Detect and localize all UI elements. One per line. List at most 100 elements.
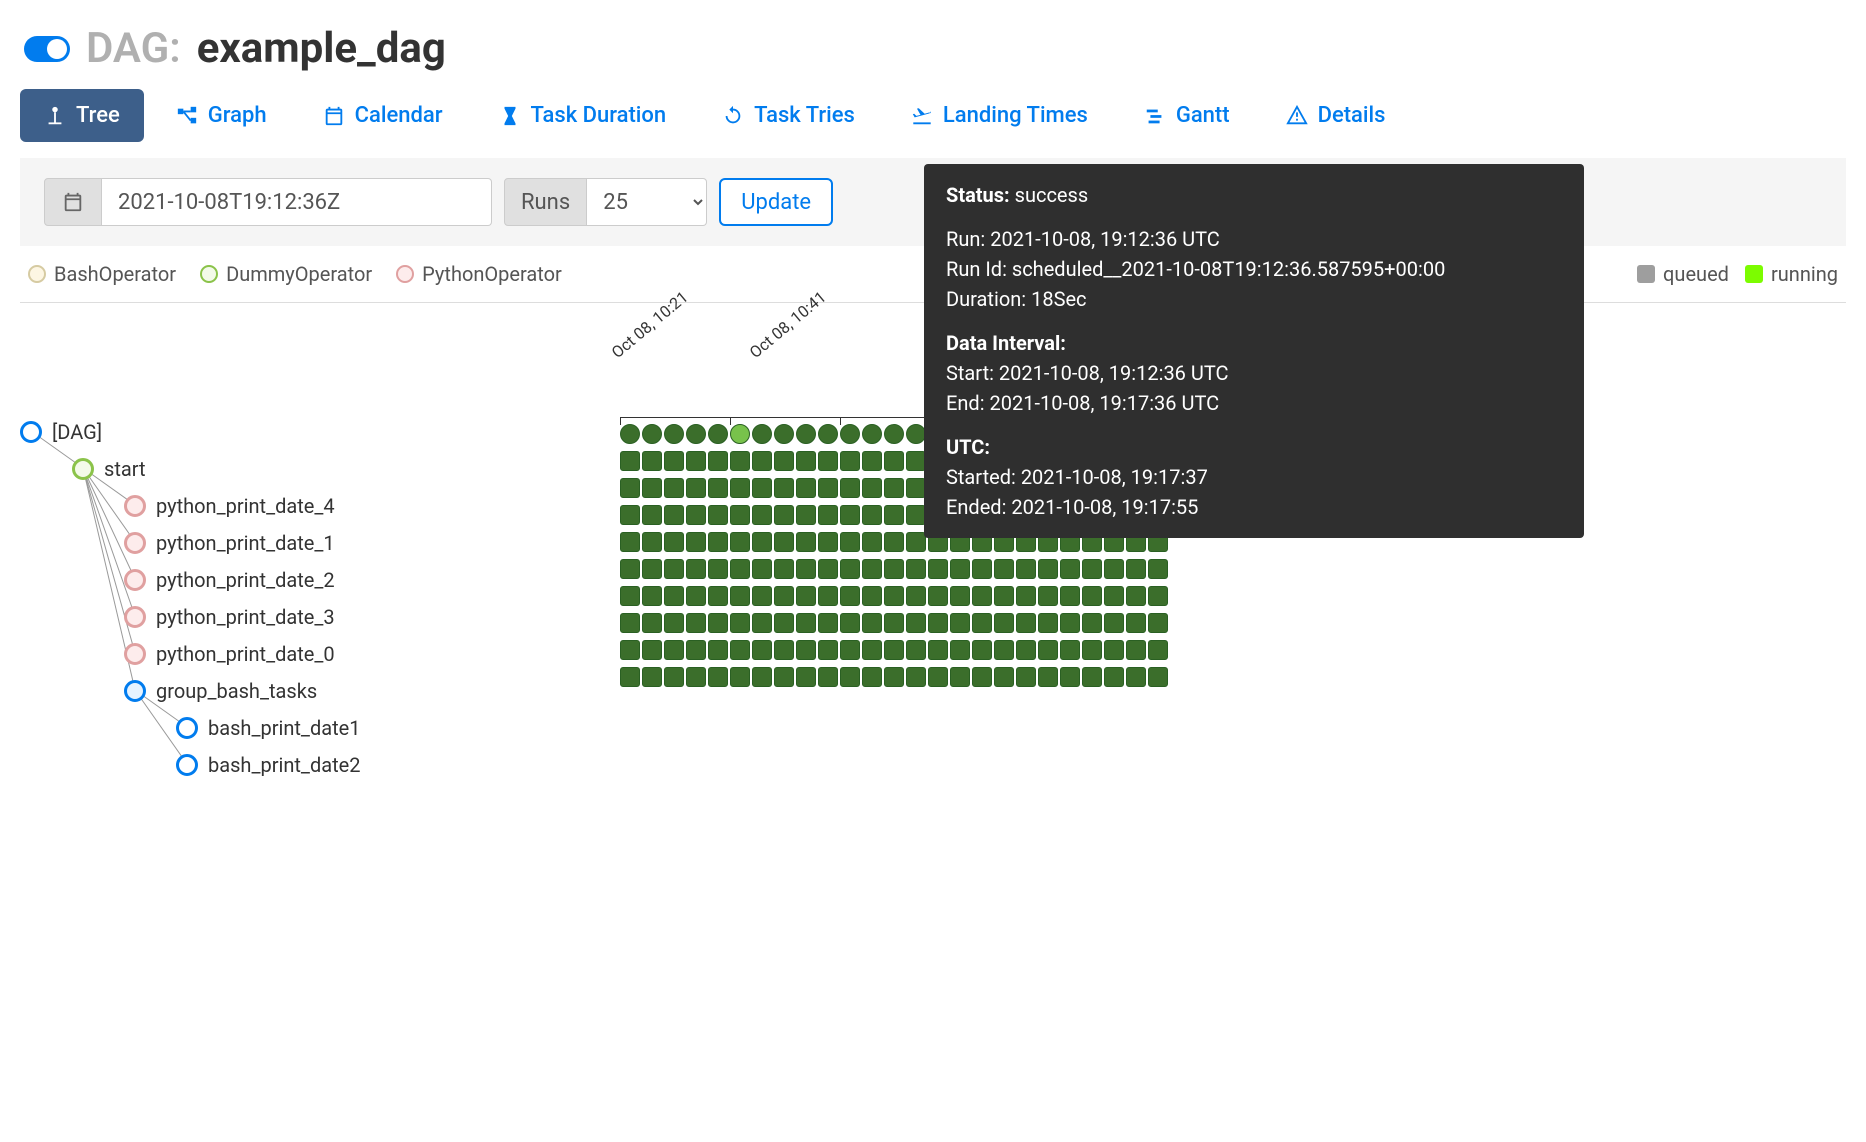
dag-run-circle[interactable]: [796, 424, 816, 444]
task-instance-square[interactable]: [642, 478, 662, 498]
task-instance-square[interactable]: [840, 451, 860, 471]
task-instance-square[interactable]: [1082, 667, 1102, 687]
task-instance-square[interactable]: [796, 559, 816, 579]
task-instance-square[interactable]: [1038, 559, 1058, 579]
task-instance-square[interactable]: [1104, 613, 1124, 633]
task-instance-square[interactable]: [1126, 667, 1146, 687]
dag-run-circle[interactable]: [642, 424, 662, 444]
task-instance-square[interactable]: [1060, 667, 1080, 687]
task-instance-square[interactable]: [774, 613, 794, 633]
task-instance-square[interactable]: [686, 667, 706, 687]
tab-landing-times[interactable]: Landing Times: [887, 89, 1112, 142]
task-instance-square[interactable]: [1104, 559, 1124, 579]
task-instance-square[interactable]: [1104, 667, 1124, 687]
task-instance-square[interactable]: [664, 532, 684, 552]
task-instance-square[interactable]: [642, 586, 662, 606]
task-instance-square[interactable]: [730, 613, 750, 633]
dag-run-circle[interactable]: [620, 424, 640, 444]
task-instance-square[interactable]: [730, 586, 750, 606]
task-instance-square[interactable]: [818, 559, 838, 579]
task-instance-square[interactable]: [774, 667, 794, 687]
task-instance-square[interactable]: [1038, 667, 1058, 687]
tree-node[interactable]: python_print_date_3: [20, 598, 620, 635]
task-instance-square[interactable]: [1082, 613, 1102, 633]
task-instance-square[interactable]: [840, 586, 860, 606]
dag-run-circle[interactable]: [862, 424, 882, 444]
task-instance-square[interactable]: [730, 640, 750, 660]
task-instance-square[interactable]: [1016, 640, 1036, 660]
task-instance-square[interactable]: [708, 586, 728, 606]
task-instance-square[interactable]: [774, 532, 794, 552]
task-instance-square[interactable]: [730, 667, 750, 687]
task-instance-square[interactable]: [906, 586, 926, 606]
task-instance-square[interactable]: [906, 667, 926, 687]
task-instance-square[interactable]: [708, 532, 728, 552]
task-instance-square[interactable]: [818, 640, 838, 660]
task-instance-square[interactable]: [884, 478, 904, 498]
task-instance-square[interactable]: [862, 559, 882, 579]
task-instance-square[interactable]: [818, 505, 838, 525]
task-instance-square[interactable]: [1148, 667, 1168, 687]
tree-node[interactable]: group_bash_tasks: [20, 672, 620, 709]
task-instance-square[interactable]: [862, 532, 882, 552]
task-instance-square[interactable]: [818, 451, 838, 471]
task-instance-square[interactable]: [730, 478, 750, 498]
task-instance-square[interactable]: [1104, 640, 1124, 660]
task-instance-square[interactable]: [928, 667, 948, 687]
task-instance-square[interactable]: [862, 667, 882, 687]
task-instance-square[interactable]: [686, 559, 706, 579]
dag-run-circle[interactable]: [730, 424, 750, 444]
task-instance-square[interactable]: [642, 559, 662, 579]
task-instance-square[interactable]: [1104, 586, 1124, 606]
task-instance-square[interactable]: [1060, 613, 1080, 633]
tree-node[interactable]: python_print_date_4: [20, 487, 620, 524]
task-instance-square[interactable]: [620, 613, 640, 633]
task-instance-square[interactable]: [818, 613, 838, 633]
task-instance-square[interactable]: [840, 667, 860, 687]
task-instance-square[interactable]: [972, 613, 992, 633]
task-instance-square[interactable]: [950, 613, 970, 633]
dag-run-circle[interactable]: [840, 424, 860, 444]
task-instance-square[interactable]: [774, 586, 794, 606]
task-instance-square[interactable]: [862, 451, 882, 471]
task-instance-square[interactable]: [774, 451, 794, 471]
task-instance-square[interactable]: [686, 505, 706, 525]
task-instance-square[interactable]: [840, 532, 860, 552]
tree-node[interactable]: bash_print_date2: [20, 746, 620, 783]
task-instance-square[interactable]: [994, 559, 1014, 579]
task-instance-square[interactable]: [708, 667, 728, 687]
task-instance-square[interactable]: [972, 586, 992, 606]
task-instance-square[interactable]: [950, 640, 970, 660]
task-instance-square[interactable]: [752, 478, 772, 498]
task-instance-square[interactable]: [730, 559, 750, 579]
task-instance-square[interactable]: [818, 532, 838, 552]
tab-details[interactable]: Details: [1262, 89, 1410, 142]
task-instance-square[interactable]: [884, 667, 904, 687]
task-instance-square[interactable]: [994, 667, 1014, 687]
base-date-input[interactable]: [102, 178, 492, 226]
task-instance-square[interactable]: [686, 532, 706, 552]
task-instance-square[interactable]: [1082, 586, 1102, 606]
task-instance-square[interactable]: [840, 559, 860, 579]
dag-run-circle[interactable]: [708, 424, 728, 444]
tab-gantt[interactable]: Gantt: [1120, 89, 1254, 142]
task-instance-square[interactable]: [1060, 559, 1080, 579]
task-instance-square[interactable]: [686, 586, 706, 606]
task-instance-square[interactable]: [664, 667, 684, 687]
task-instance-square[interactable]: [1082, 640, 1102, 660]
runs-select[interactable]: 25: [587, 178, 707, 226]
task-instance-square[interactable]: [1060, 586, 1080, 606]
tree-node[interactable]: python_print_date_1: [20, 524, 620, 561]
task-instance-square[interactable]: [1038, 586, 1058, 606]
task-instance-square[interactable]: [664, 613, 684, 633]
task-instance-square[interactable]: [664, 586, 684, 606]
task-instance-square[interactable]: [774, 478, 794, 498]
task-instance-square[interactable]: [884, 505, 904, 525]
task-instance-square[interactable]: [862, 640, 882, 660]
tree-node[interactable]: python_print_date_0: [20, 635, 620, 672]
task-instance-square[interactable]: [884, 640, 904, 660]
task-instance-square[interactable]: [994, 586, 1014, 606]
task-instance-square[interactable]: [928, 586, 948, 606]
task-instance-square[interactable]: [818, 586, 838, 606]
task-instance-square[interactable]: [796, 505, 816, 525]
